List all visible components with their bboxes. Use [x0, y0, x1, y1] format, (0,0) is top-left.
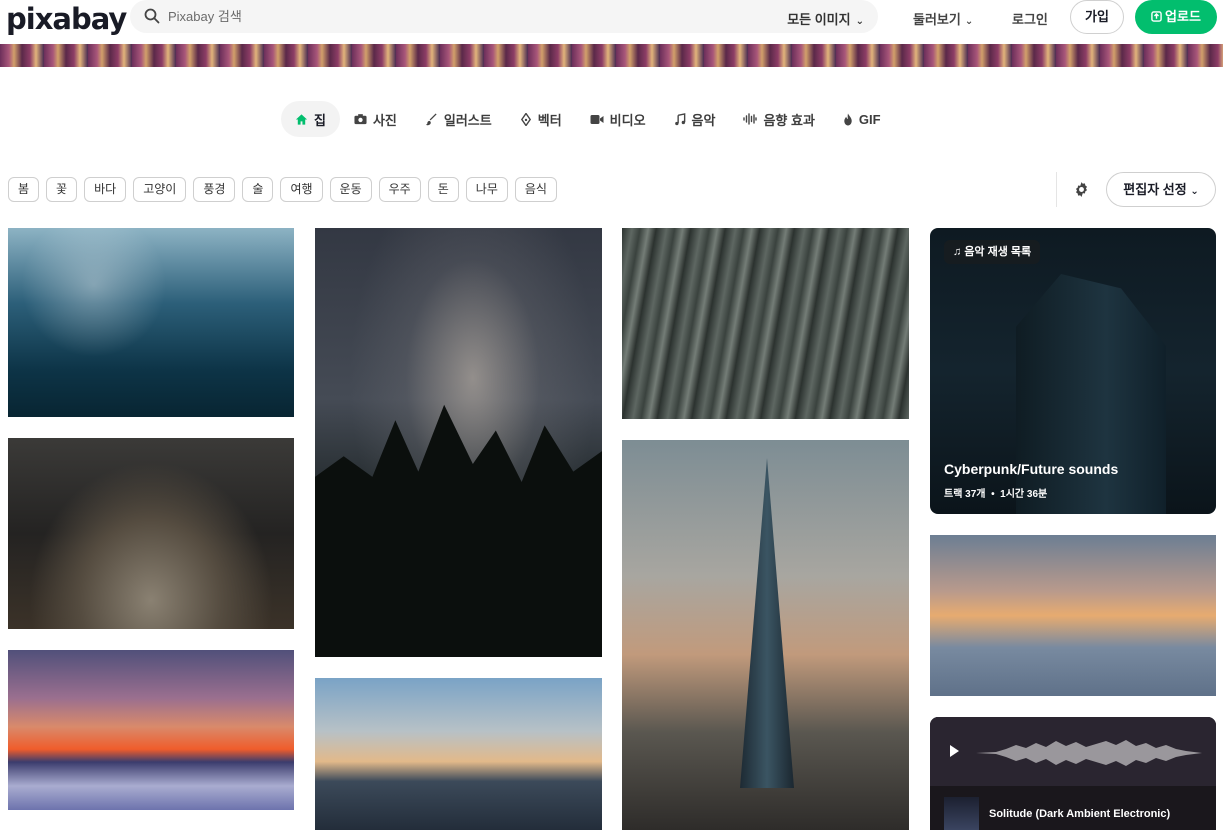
sort-dropdown[interactable]: 편집자 선정 ⌄ [1106, 172, 1216, 207]
media-type-tabs: 집 사진 일러스트 벡터 비디오 음악 음향 효과 GIF [281, 101, 895, 137]
tab-label: 사진 [372, 112, 397, 128]
divider [1056, 172, 1057, 207]
search-input[interactable] [168, 4, 668, 29]
join-button[interactable]: 가입 [1070, 0, 1124, 34]
tab-label: 음향 효과 [763, 112, 815, 128]
chevron-down-icon: ⌄ [1190, 186, 1199, 197]
play-icon[interactable] [950, 745, 959, 757]
chevron-down-icon: ⌄ [964, 16, 974, 27]
playlist-duration: 1시간 36분 [1000, 489, 1048, 500]
image-observation-deck[interactable] [930, 535, 1216, 696]
search-icon[interactable] [144, 8, 160, 24]
upload-icon [1151, 11, 1162, 22]
playlist-cover-art [1016, 274, 1166, 514]
image-skyscraper[interactable] [622, 440, 909, 830]
camera-icon [354, 113, 367, 125]
tab-sound-effects[interactable]: 음향 효과 [729, 101, 828, 137]
music-note-icon [674, 112, 686, 126]
tab-music[interactable]: 음악 [660, 101, 730, 137]
image-water-waves[interactable] [8, 228, 294, 417]
image-milky-way[interactable] [315, 228, 602, 657]
chip-food[interactable]: 음식 [514, 177, 557, 202]
tab-videos[interactable]: 비디오 [576, 101, 660, 137]
soundwave-icon [743, 113, 758, 125]
playlist-title: Cyberpunk/Future sounds [944, 461, 1119, 477]
track-thumbnail [944, 797, 979, 830]
video-icon [590, 114, 604, 125]
tab-gif[interactable]: GIF [829, 101, 895, 137]
chip-landscape[interactable]: 풍경 [193, 177, 236, 202]
tab-vectors[interactable]: 벡터 [506, 101, 576, 137]
image-harbor-city[interactable] [315, 678, 602, 830]
chip-flower[interactable]: 꽃 [46, 177, 78, 202]
brush-icon [425, 112, 438, 126]
gear-icon[interactable] [1073, 181, 1090, 198]
chip-travel[interactable]: 여행 [280, 177, 323, 202]
tab-label: 일러스트 [443, 112, 492, 128]
tag-chips: 봄 꽃 바다 고양이 풍경 술 여행 운동 우주 돈 나무 음식 [8, 177, 564, 202]
tree-silhouette [315, 404, 602, 657]
tab-label: 집 [314, 112, 326, 128]
chip-spring[interactable]: 봄 [8, 177, 40, 202]
search-type-dropdown[interactable]: 모든 이미지 ⌄ [787, 9, 864, 28]
tab-label: GIF [858, 111, 881, 127]
chip-alcohol[interactable]: 술 [242, 177, 274, 202]
separator-dot: • [988, 489, 998, 500]
chip-cat[interactable]: 고양이 [133, 177, 187, 202]
flame-icon [843, 112, 853, 126]
audio-track-card[interactable]: Solitude (Dark Ambient Electronic) [930, 717, 1216, 830]
image-tree-bark[interactable] [622, 228, 909, 419]
pixabay-logo[interactable]: pixabay [6, 2, 127, 36]
login-link[interactable]: 로그인 [1012, 9, 1048, 28]
playlist-badge: ♫ 음악 재생 목록 [944, 240, 1041, 264]
chip-sports[interactable]: 운동 [329, 177, 372, 202]
upload-button[interactable]: 업로드 [1135, 0, 1217, 34]
upload-label: 업로드 [1165, 9, 1201, 24]
explore-menu[interactable]: 둘러보기 ⌄ [913, 9, 973, 28]
sort-label: 편집자 선정 [1123, 182, 1187, 197]
playlist-track-count: 트랙 37개 [944, 489, 986, 500]
home-icon [295, 113, 308, 126]
tab-illustrations[interactable]: 일러스트 [411, 101, 506, 137]
chip-sea[interactable]: 바다 [84, 177, 127, 202]
playlist-meta: 트랙 37개 • 1시간 36분 [944, 485, 1047, 500]
pen-nib-icon [520, 112, 532, 126]
explore-label: 둘러보기 [913, 12, 961, 27]
tab-label: 벡터 [537, 112, 562, 128]
image-blue-flower[interactable] [8, 438, 294, 629]
music-note-icon: ♫ [953, 246, 962, 258]
tab-home[interactable]: 집 [281, 101, 340, 137]
chevron-down-icon: ⌄ [855, 16, 864, 27]
top-header: pixabay 모든 이미지⌄ 둘러보기⌄ 로그인 가입 업로드 [0, 0, 1223, 36]
search-bar: 모든 이미지 ⌄ [130, 0, 878, 33]
waveform-graphic [976, 740, 1202, 766]
tab-label: 음악 [691, 112, 716, 128]
track-title: Solitude (Dark Ambient Electronic) [989, 808, 1171, 820]
image-sunset-shore[interactable] [8, 650, 294, 810]
playlist-badge-label: 음악 재생 목록 [964, 246, 1032, 258]
tab-photos[interactable]: 사진 [340, 101, 411, 137]
tab-label: 비디오 [609, 112, 646, 128]
chip-money[interactable]: 돈 [427, 177, 459, 202]
search-type-label: 모든 이미지 [787, 12, 851, 27]
music-playlist-card[interactable]: ♫ 음악 재생 목록 Cyberpunk/Future sounds 트랙 37… [930, 228, 1216, 514]
chip-space[interactable]: 우주 [378, 177, 421, 202]
tower-shape [740, 458, 794, 788]
chip-tree[interactable]: 나무 [465, 177, 508, 202]
hero-banner-strip [0, 44, 1223, 67]
